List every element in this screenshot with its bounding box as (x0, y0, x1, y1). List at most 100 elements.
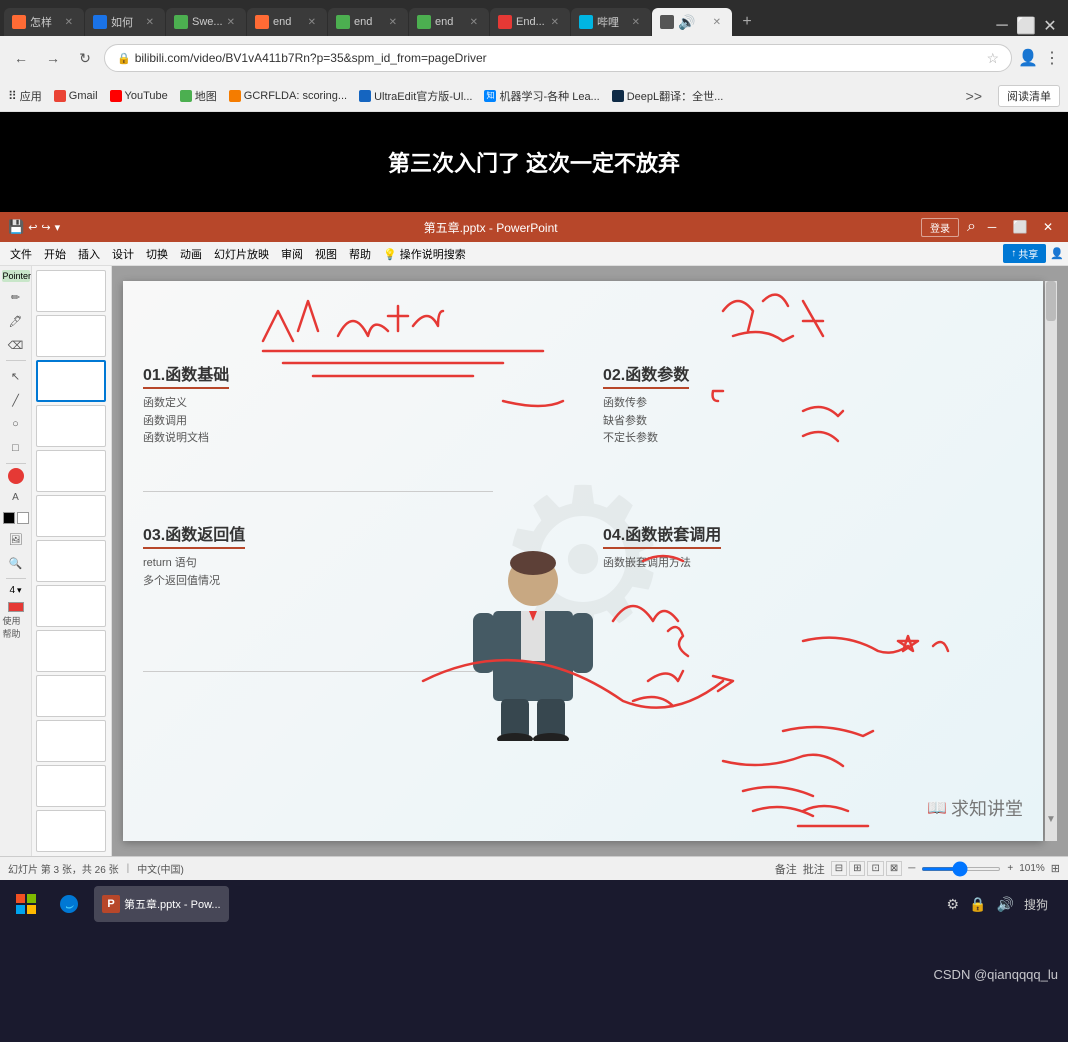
ppt-menu-insert[interactable]: 插入 (72, 244, 106, 264)
tab-6-close[interactable]: ✕ (467, 16, 481, 29)
taskbar-settings-icon[interactable]: ⚙ (947, 896, 960, 913)
slide-thumb-5[interactable] (36, 450, 106, 492)
ppt-minimize-button[interactable]: ─ (980, 217, 1004, 237)
tab-4[interactable]: end ✕ (247, 8, 327, 36)
bookmark-maps[interactable]: 地图 (180, 88, 217, 104)
taskbar-ppt-button[interactable]: P 第五章.pptx - Pow... (94, 886, 229, 922)
taskbar-edge-button[interactable] (52, 886, 86, 922)
red-color-swatch[interactable] (8, 468, 24, 484)
slide-thumb-12[interactable] (36, 765, 106, 807)
ppt-menu-animations[interactable]: 动画 (174, 244, 208, 264)
scroll-down-arrow[interactable]: ▼ (1046, 814, 1056, 825)
ppt-menu-home[interactable]: 开始 (38, 244, 72, 264)
marker-tool[interactable]: 🖊 (3, 310, 29, 332)
normal-view-button[interactable]: ⊟ (831, 861, 847, 876)
scrollbar-thumb[interactable] (1046, 281, 1056, 321)
tab-9[interactable]: 🔊 ✕ (652, 8, 732, 36)
tab-7-close[interactable]: ✕ (548, 16, 562, 29)
tab-2-close[interactable]: ✕ (143, 16, 157, 29)
taskbar-sound-icon[interactable]: 🔊 (997, 896, 1014, 913)
refresh-button[interactable]: ↻ (72, 45, 98, 71)
reading-list-button[interactable]: 阅读清单 (998, 85, 1060, 107)
slide-thumb-8[interactable] (36, 585, 106, 627)
bookmark-zhihu[interactable]: 知 机器学习-各种 Lea... (484, 88, 599, 104)
ppt-menu-file[interactable]: 文件 (4, 244, 38, 264)
ppt-undo-icon[interactable]: ↩ (28, 221, 37, 234)
pointer-tool-label[interactable]: Pointer (2, 270, 30, 282)
close-window-button[interactable]: ✕ (1040, 16, 1060, 36)
ppt-menu-transitions[interactable]: 切换 (140, 244, 174, 264)
comments-button[interactable]: 批注 (803, 861, 825, 877)
ppt-redo-icon[interactable]: ↪ (41, 221, 50, 234)
ppt-close-button[interactable]: ✕ (1036, 217, 1060, 237)
back-button[interactable]: ← (8, 45, 34, 71)
text-tool[interactable]: A (3, 486, 29, 508)
address-input[interactable]: 🔒 bilibili.com/video/BV1vA411b7Rn?p=35&s… (104, 44, 1012, 72)
zoom-slider[interactable] (921, 867, 1001, 871)
slide-thumb-13[interactable] (36, 810, 106, 852)
browser-menu-icon[interactable]: ⋮ (1044, 48, 1060, 68)
select-tool[interactable]: ↖ (3, 365, 29, 387)
tab-3[interactable]: Swe... ✕ (166, 8, 246, 36)
bookmark-gmail[interactable]: Gmail (54, 90, 98, 102)
image-tool[interactable]: 🖼 (3, 528, 29, 550)
slide-thumb-11[interactable] (36, 720, 106, 762)
tab-4-close[interactable]: ✕ (305, 16, 319, 29)
ppt-search-icon[interactable]: ⌕ (967, 218, 976, 236)
bookmark-gcrflda[interactable]: GCRFLDA: scoring... (229, 90, 347, 102)
tab-8[interactable]: 哔哩 ✕ (571, 8, 651, 36)
taskbar-lock-icon[interactable]: 🔒 (969, 896, 986, 913)
rect-tool[interactable]: □ (3, 437, 29, 459)
ppt-restore-button[interactable]: ⬜ (1008, 217, 1032, 237)
slideshow-view-button[interactable]: ⊠ (886, 861, 902, 876)
eraser-tool[interactable]: ⌫ (3, 334, 29, 356)
tab-3-close[interactable]: ✕ (224, 16, 238, 29)
notes-button[interactable]: 备注 (775, 861, 797, 877)
zoom-in-button[interactable]: + (1007, 863, 1013, 874)
pencil-tool[interactable]: ✏ (3, 286, 29, 308)
bookmark-star-icon[interactable]: ☆ (987, 50, 1000, 67)
new-tab-button[interactable]: + (733, 8, 761, 36)
ppt-menu-help[interactable]: 帮助 (343, 244, 377, 264)
ppt-share-button[interactable]: ↑ 共享 (1003, 244, 1046, 263)
bookmark-youtube[interactable]: YouTube (110, 90, 168, 102)
taskbar-ime-label[interactable]: 搜狗 (1024, 896, 1048, 913)
tab-8-close[interactable]: ✕ (629, 16, 643, 29)
zoom-tool[interactable]: 🔍 (3, 552, 29, 574)
slide-sorter-button[interactable]: ⊞ (849, 861, 865, 876)
tab-5-close[interactable]: ✕ (386, 16, 400, 29)
circle-tool[interactable]: ○ (3, 413, 29, 435)
ppt-menu-search[interactable]: 💡 操作说明搜索 (377, 244, 472, 264)
bookmark-apps[interactable]: ⠿ 应用 (8, 88, 42, 104)
tab-9-close[interactable]: ✕ (710, 16, 724, 29)
slide-thumb-6[interactable] (36, 495, 106, 537)
bookmark-deepl[interactable]: DeepL翻译：全世... (612, 88, 724, 104)
tab-6[interactable]: end ✕ (409, 8, 489, 36)
size-dropdown-icon[interactable]: ▾ (17, 585, 22, 596)
active-color-swatch[interactable] (8, 602, 24, 612)
bookmark-ultraedit[interactable]: UltraEdit官方版-Ul... (359, 88, 472, 104)
slide-thumb-3[interactable] (36, 360, 106, 402)
vertical-scrollbar[interactable]: ▼ (1045, 281, 1057, 841)
reading-view-button[interactable]: ⊡ (867, 861, 883, 876)
ppt-menu-review[interactable]: 审阅 (275, 244, 309, 264)
tab-7[interactable]: End... ✕ (490, 8, 570, 36)
bookmarks-more-button[interactable]: >> (966, 88, 982, 104)
tab-5[interactable]: end ✕ (328, 8, 408, 36)
slide-thumb-4[interactable] (36, 405, 106, 447)
slide-thumb-7[interactable] (36, 540, 106, 582)
black-color[interactable] (3, 512, 15, 524)
address-text[interactable]: bilibili.com/video/BV1vA411b7Rn?p=35&spm… (135, 51, 487, 65)
help-button[interactable]: 使用帮助 (3, 616, 29, 638)
zoom-out-button[interactable]: ─ (908, 863, 915, 874)
tab-2[interactable]: 如何 ✕ (85, 8, 165, 36)
white-color[interactable] (17, 512, 29, 524)
forward-button[interactable]: → (40, 45, 66, 71)
windows-start-button[interactable] (8, 886, 44, 922)
fit-slide-button[interactable]: ⊞ (1051, 862, 1060, 875)
maximize-button[interactable]: ⬜ (1016, 16, 1036, 36)
line-tool[interactable]: ╱ (3, 389, 29, 411)
ppt-login-button[interactable]: 登录 (921, 218, 959, 237)
ppt-menu-design[interactable]: 设计 (106, 244, 140, 264)
ppt-profile-icon[interactable]: 👤 (1050, 247, 1064, 260)
